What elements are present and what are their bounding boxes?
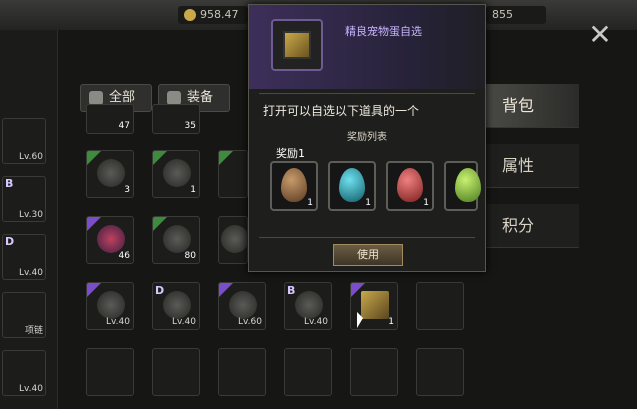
item-count: 47 xyxy=(118,121,130,131)
chain-icon xyxy=(163,291,191,319)
grade-tag: D xyxy=(5,235,15,248)
reward-count: 1 xyxy=(423,198,429,208)
use-button[interactable]: 使用 xyxy=(333,244,403,266)
grade-tag: D xyxy=(155,284,165,297)
equip-slot[interactable]: Lv.40 xyxy=(2,350,46,396)
reward-egg-teal[interactable]: 1 xyxy=(328,161,376,211)
rarity-corner xyxy=(153,151,167,165)
bag-slot-empty[interactable] xyxy=(86,348,134,396)
chest-icon xyxy=(283,31,311,59)
popup-title: 精良宠物蛋自选 xyxy=(345,25,422,38)
bag-slot-empty[interactable] xyxy=(152,348,200,396)
bag-slot[interactable]: 46 xyxy=(86,216,134,264)
reward-egg-brown[interactable]: 1 xyxy=(270,161,318,211)
item-level: Lv.60 xyxy=(19,152,43,162)
item-level: Lv.40 xyxy=(172,317,196,327)
item-count: 35 xyxy=(184,121,196,131)
rarity-corner xyxy=(219,283,233,297)
egg-icon xyxy=(281,168,307,202)
item-level: 项链 xyxy=(24,326,43,336)
item-level: Lv.30 xyxy=(19,210,43,220)
pet-egg-chest-slot xyxy=(271,19,323,71)
bag-slot[interactable]: D Lv.40 xyxy=(152,282,200,330)
bag-slot-empty[interactable] xyxy=(416,282,464,330)
side-tab-attr[interactable]: 属性 xyxy=(484,144,579,188)
rarity-corner xyxy=(153,217,167,231)
rarity-corner xyxy=(87,217,101,231)
item-level: Lv.40 xyxy=(106,317,130,327)
side-tab-bag[interactable]: 背包 xyxy=(484,84,579,128)
ring-icon xyxy=(97,291,125,319)
side-tab-score[interactable]: 积分 xyxy=(484,204,579,248)
bag-slot[interactable]: B Lv.40 xyxy=(284,282,332,330)
item-level: Lv.40 xyxy=(304,317,328,327)
reward-egg-green[interactable] xyxy=(444,161,481,211)
gem-counter: 855 xyxy=(486,6,546,24)
reward-count: 1 xyxy=(307,198,313,208)
helmet-icon xyxy=(167,90,181,105)
rarity-corner xyxy=(87,151,101,165)
bag-slot[interactable]: Lv.60 xyxy=(218,282,266,330)
item-level: Lv.60 xyxy=(238,317,262,327)
equip-slot[interactable]: 项链 xyxy=(2,292,46,338)
chest-icon xyxy=(361,291,389,319)
item-count: 1 xyxy=(190,185,196,195)
bag-slot-empty[interactable] xyxy=(284,348,332,396)
bag-slot-empty[interactable] xyxy=(350,348,398,396)
reward-egg-red[interactable]: 1 xyxy=(386,161,434,211)
grade-tag: B xyxy=(287,284,296,297)
bag-slot[interactable]: 1 xyxy=(152,150,200,198)
coin-icon xyxy=(184,9,196,21)
star-card-icon xyxy=(163,159,191,187)
bag-slot[interactable]: 3 xyxy=(86,150,134,198)
bag-slot[interactable] xyxy=(218,150,248,198)
reward-count: 1 xyxy=(365,198,371,208)
popup-description: 打开可以自选以下道具的一个 xyxy=(263,104,420,118)
grade-tag: B xyxy=(5,177,14,190)
item-popup: 精良宠物蛋自选 打开可以自选以下道具的一个 奖励列表 奖励1 1 1 1 使用 xyxy=(248,4,486,272)
armor-icon xyxy=(229,291,257,319)
reward-list-title: 奖励列表 xyxy=(347,132,387,143)
side-tab-attr-label: 属性 xyxy=(502,156,535,175)
item-count: 46 xyxy=(118,251,130,261)
bag-slot[interactable]: 47 xyxy=(86,104,134,134)
hammer-icon xyxy=(221,225,247,253)
item-count: 80 xyxy=(184,251,196,261)
scythe-icon xyxy=(295,291,323,319)
gold-value: 958.47 xyxy=(200,8,239,21)
reward-group-label: 奖励1 xyxy=(276,147,305,160)
egg-icon xyxy=(397,168,423,202)
tab-equip-label: 装备 xyxy=(187,90,214,105)
equip-slot[interactable]: D Lv.40 xyxy=(2,234,46,280)
bag-slot[interactable]: 35 xyxy=(152,104,200,134)
bag-slot[interactable] xyxy=(218,216,248,264)
egg-icon xyxy=(455,168,481,202)
divider xyxy=(259,237,475,238)
claw-icon xyxy=(163,225,191,253)
item-level: Lv.40 xyxy=(19,384,43,394)
star-card-icon xyxy=(97,159,125,187)
side-tab-bag-label: 背包 xyxy=(502,96,535,115)
tab-all-label: 全部 xyxy=(109,90,136,105)
divider xyxy=(259,93,475,94)
mouse-cursor-icon xyxy=(357,312,363,328)
gem-icon xyxy=(97,225,125,253)
bag-slot[interactable]: 80 xyxy=(152,216,200,264)
egg-icon xyxy=(339,168,365,202)
bag-slot[interactable]: Lv.40 xyxy=(86,282,134,330)
item-level: Lv.40 xyxy=(19,268,43,278)
rarity-corner xyxy=(219,151,233,165)
equip-slot[interactable]: B Lv.30 xyxy=(2,176,46,222)
bag-slot-empty[interactable] xyxy=(218,348,266,396)
gem-value: 855 xyxy=(492,8,513,21)
side-tab-score-label: 积分 xyxy=(502,216,535,235)
gold-counter: 958.47 xyxy=(178,6,248,24)
bag-slot-empty[interactable] xyxy=(416,348,464,396)
equip-slot[interactable]: Lv.60 xyxy=(2,118,46,164)
item-count: 3 xyxy=(124,185,130,195)
close-icon[interactable]: ✕ xyxy=(586,21,614,50)
item-count: 1 xyxy=(388,317,394,327)
box-icon xyxy=(89,90,103,105)
rarity-corner xyxy=(87,283,101,297)
